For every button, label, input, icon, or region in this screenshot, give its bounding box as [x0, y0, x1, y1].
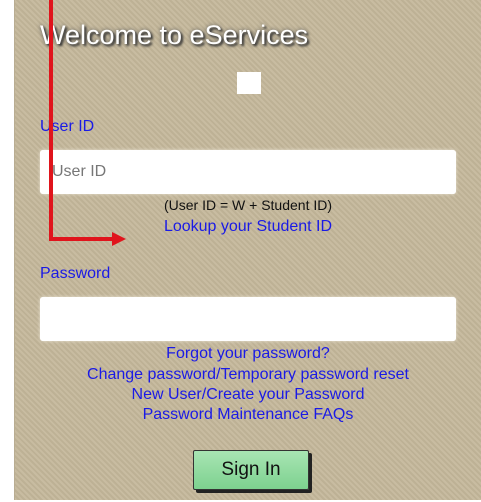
user-id-field[interactable] [40, 150, 456, 194]
change-password-link[interactable]: Change password/Temporary password reset [15, 367, 481, 383]
new-user-link[interactable]: New User/Create your Password [15, 387, 481, 403]
user-id-hint: (User ID = W + Student ID) [163, 197, 333, 213]
annotation-arrow-shaft-vertical [49, 0, 53, 241]
logo-icon [237, 72, 261, 94]
password-label: Password [40, 265, 111, 282]
login-panel: Welcome to eServices User ID (User ID = … [14, 0, 481, 500]
forgot-password-link[interactable]: Forgot your password? [15, 346, 481, 362]
password-faqs-link[interactable]: Password Maintenance FAQs [15, 407, 481, 423]
sign-in-button[interactable]: Sign In [193, 450, 309, 490]
password-field[interactable] [40, 297, 456, 341]
page-title: Welcome to eServices [40, 20, 309, 50]
annotation-arrow-shaft-horizontal [49, 237, 113, 241]
annotation-arrow-head [112, 232, 126, 246]
lookup-student-id-link[interactable]: Lookup your Student ID [15, 219, 481, 235]
